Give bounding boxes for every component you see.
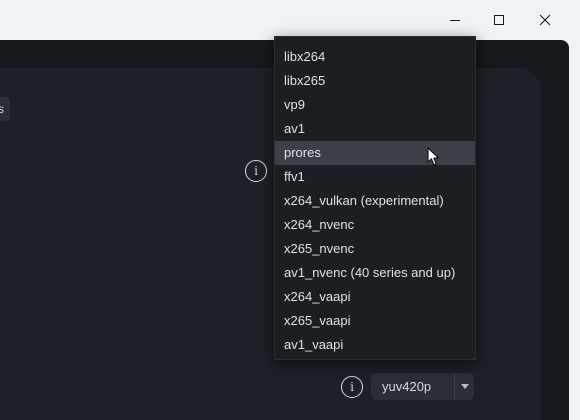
app-window: s i i yuv420p libx264 libx265 vp9 av1 pr… bbox=[0, 0, 580, 420]
close-button[interactable] bbox=[533, 10, 557, 30]
truncated-button[interactable]: s bbox=[0, 97, 10, 121]
codec-dropdown-list: libx264 libx265 vp9 av1 prores ffv1 x264… bbox=[274, 36, 476, 360]
codec-option-libx264[interactable]: libx264 bbox=[275, 45, 475, 69]
pixel-format-select[interactable]: yuv420p bbox=[371, 373, 474, 400]
minimize-button[interactable] bbox=[443, 10, 467, 30]
title-bar bbox=[0, 0, 580, 40]
codec-option-vp9[interactable]: vp9 bbox=[275, 93, 475, 117]
codec-option-ffv1[interactable]: ffv1 bbox=[275, 165, 475, 189]
codec-option-prores[interactable]: prores bbox=[275, 141, 475, 165]
pixel-format-value: yuv420p bbox=[382, 379, 432, 394]
codec-option-x265-nvenc[interactable]: x265_nvenc bbox=[275, 237, 475, 261]
codec-option-x264-vulkan[interactable]: x264_vulkan (experimental) bbox=[275, 189, 475, 213]
codec-option-x265-vaapi[interactable]: x265_vaapi bbox=[275, 309, 475, 333]
minimize-icon bbox=[450, 20, 460, 21]
mouse-cursor-icon bbox=[427, 147, 439, 166]
codec-option-av1-vaapi[interactable]: av1_vaapi bbox=[275, 333, 475, 357]
codec-option-libx265[interactable]: libx265 bbox=[275, 69, 475, 93]
pixel-format-info-icon[interactable]: i bbox=[341, 376, 363, 398]
codec-info-icon[interactable]: i bbox=[245, 160, 267, 182]
chevron-down-icon bbox=[460, 384, 469, 389]
codec-option-av1-nvenc[interactable]: av1_nvenc (40 series and up) bbox=[275, 261, 475, 285]
pixel-format-dropdown-toggle[interactable] bbox=[454, 373, 474, 400]
codec-option-av1[interactable]: av1 bbox=[275, 117, 475, 141]
maximize-button[interactable] bbox=[487, 10, 511, 30]
codec-option-x264-nvenc[interactable]: x264_nvenc bbox=[275, 213, 475, 237]
close-icon bbox=[539, 14, 551, 26]
maximize-icon bbox=[494, 15, 504, 25]
codec-option-x264-vaapi[interactable]: x264_vaapi bbox=[275, 285, 475, 309]
